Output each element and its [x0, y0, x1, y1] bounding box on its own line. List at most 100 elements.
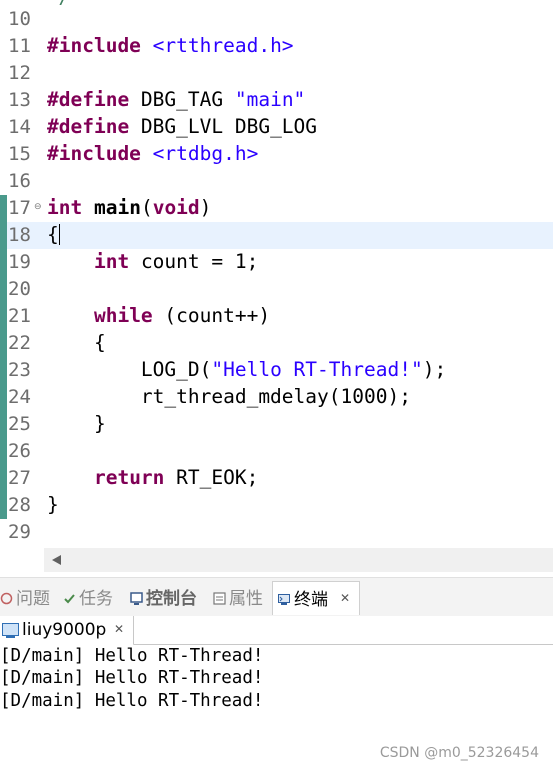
tab-terminal[interactable]: 终端 ✕ [272, 581, 360, 615]
keyword-token: return [93, 466, 165, 489]
tab-tasks[interactable]: 任务 [63, 587, 113, 611]
code-line[interactable]: 13 #define DBG_TAG "main" [0, 87, 553, 114]
line-number: 11 [8, 35, 31, 57]
keyword-token: while [93, 304, 153, 327]
code-text: int count = 1; [47, 251, 258, 273]
line-number: 12 [8, 62, 31, 84]
code-token: ); [422, 358, 447, 381]
terminal-line: [D/main] Hello RT-Thread! [0, 668, 264, 688]
tab-problems[interactable]: 问题 [0, 587, 50, 611]
change-marker [0, 303, 7, 330]
line-number: 23 [8, 359, 31, 381]
code-token: main [93, 196, 141, 219]
change-marker [0, 384, 7, 411]
keyword-token: void [152, 196, 200, 219]
close-icon[interactable]: ✕ [340, 591, 350, 605]
code-line[interactable]: 29 [0, 519, 553, 546]
terminal-icon [278, 594, 290, 605]
code-line[interactable]: 26 [0, 438, 553, 465]
line-number: 29 [8, 521, 31, 543]
watermark: CSDN @m0_52326454 [379, 745, 539, 761]
code-token: } [47, 493, 59, 516]
scroll-left-arrow-icon[interactable] [52, 555, 61, 565]
tab-properties-label: 属性 [229, 589, 263, 609]
tab-properties[interactable]: 属性 [213, 587, 263, 611]
terminal-line: [D/main] Hello RT-Thread! [0, 691, 264, 711]
tab-console[interactable]: 控制台 [130, 587, 197, 611]
change-marker [0, 276, 7, 303]
code-text: } [47, 494, 59, 516]
monitor-stand [6, 636, 15, 638]
line-number: 10 [8, 8, 31, 30]
keyword-token: int [93, 250, 130, 273]
code-token: ( [140, 196, 153, 219]
console-icon [130, 592, 143, 605]
code-token: count = 1; [129, 250, 259, 273]
code-line[interactable]: 24 rt_thread_mdelay(1000); [0, 384, 553, 411]
code-line[interactable]: 18 { [0, 222, 553, 249]
string-token: "main" [234, 88, 306, 111]
line-number: 25 [8, 413, 31, 435]
line-number: 14 [8, 116, 31, 138]
code-token: LOG_D( [47, 358, 212, 381]
code-text: int main(void) [47, 197, 211, 219]
line-number: 20 [8, 278, 31, 300]
change-marker [0, 411, 7, 438]
code-text: LOG_D("Hello RT-Thread!"); [47, 359, 446, 381]
line-number: 16 [8, 170, 31, 192]
terminal-session-tab[interactable]: liuy9000p ✕ [0, 616, 134, 646]
session-close-icon[interactable]: ✕ [114, 622, 124, 636]
code-line[interactable]: 21 while (count++) [0, 303, 553, 330]
monitor-icon [2, 623, 19, 636]
line-number: 24 [8, 386, 31, 408]
tab-console-label: 控制台 [146, 589, 197, 609]
tab-problems-label: 问题 [16, 589, 50, 609]
change-marker [0, 438, 7, 465]
code-token: { [47, 223, 59, 246]
code-line[interactable]: 16 [0, 168, 553, 195]
code-text: rt_thread_mdelay(1000); [47, 386, 411, 408]
code-text: } [47, 413, 106, 435]
line-number: 15 [8, 143, 31, 165]
code-line[interactable]: 17 ⊖ int main(void) [0, 195, 553, 222]
fold-toggle-icon[interactable]: ⊖ [34, 202, 42, 212]
code-line[interactable]: 22 { [0, 330, 553, 357]
terminal-line: [D/main] Hello RT-Thread! [0, 646, 264, 666]
code-line[interactable]: 27 return RT_EOK; [0, 465, 553, 492]
change-marker [0, 195, 7, 222]
text-caret [58, 224, 60, 245]
tasks-icon [64, 594, 75, 604]
line-number: 19 [8, 251, 31, 273]
code-token: (count++) [152, 304, 271, 327]
code-line[interactable]: 23 LOG_D("Hello RT-Thread!"); [0, 357, 553, 384]
change-marker [0, 492, 7, 519]
tab-tasks-label: 任务 [79, 589, 113, 609]
line-number: 26 [8, 440, 31, 462]
code-line[interactable]: 14 #define DBG_LVL DBG_LOG [0, 114, 553, 141]
code-line[interactable]: 20 [0, 276, 553, 303]
code-line[interactable]: 19 int count = 1; [0, 249, 553, 276]
session-label: liuy9000p [22, 620, 107, 640]
code-editor[interactable]: */ 1011#include <rtthread.h>1213#define … [0, 0, 553, 548]
code-line[interactable]: 28} [0, 492, 553, 519]
horizontal-scrollbar[interactable] [44, 548, 553, 572]
code-token: DBG_TAG [129, 88, 235, 111]
line-number: 22 [8, 332, 31, 354]
line-number: 21 [8, 305, 31, 327]
change-marker [0, 222, 7, 249]
code-token: } [47, 412, 106, 435]
code-text: #define DBG_LVL DBG_LOG [47, 116, 317, 138]
code-line[interactable]: 12 [0, 60, 553, 87]
properties-icon [213, 592, 226, 605]
keyword-token: #include [47, 142, 141, 165]
code-line[interactable]: 25 } [0, 411, 553, 438]
code-line[interactable]: 15 #include <rtdbg.h> [0, 141, 553, 168]
code-text: { [47, 224, 60, 246]
keyword-token: #define [47, 88, 130, 111]
code-line[interactable]: 10 [0, 6, 553, 33]
code-line[interactable]: 11 #include <rtthread.h> [0, 33, 553, 60]
